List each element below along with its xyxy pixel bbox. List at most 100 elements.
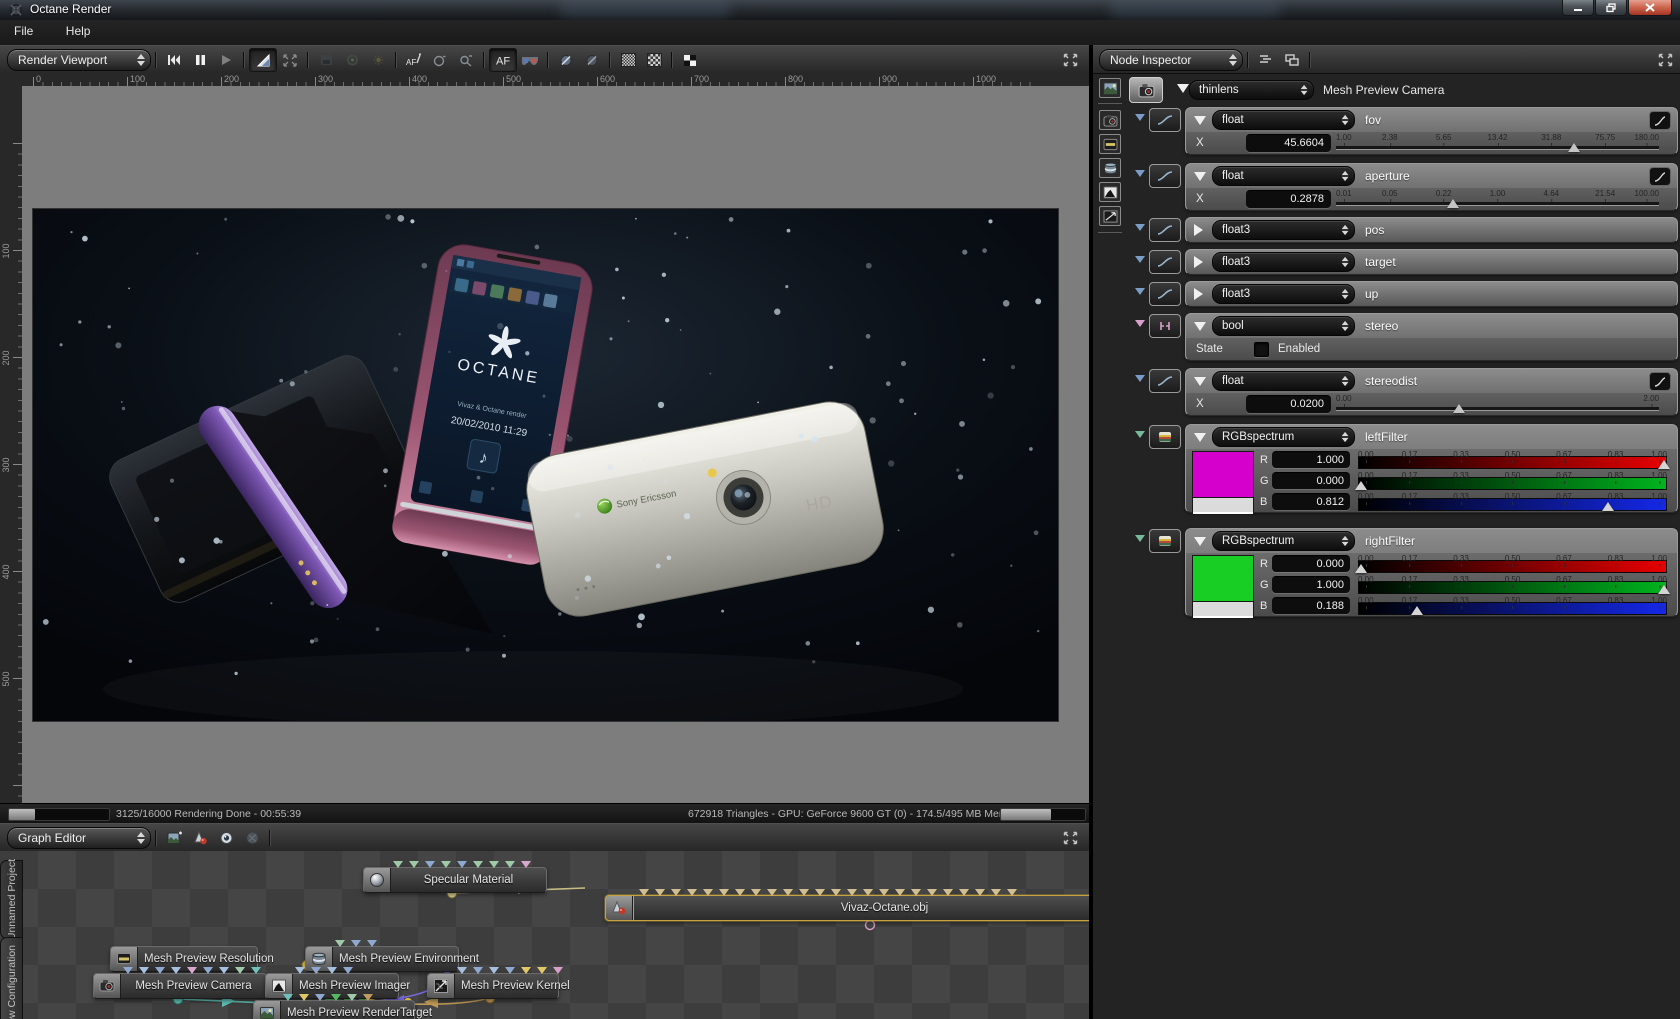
root-type-dropdown[interactable]: thinlens [1189,80,1314,100]
node-input-pin[interactable] [351,940,361,947]
node-input-pin[interactable] [505,967,515,974]
zoom-pick-button[interactable] [453,49,479,71]
menu-help[interactable]: Help [52,20,105,42]
expand-hierarchy-button[interactable] [1279,49,1305,71]
node-input-pin[interactable] [783,889,793,896]
af-toggle-button[interactable]: AF [489,48,517,72]
node-input-pin[interactable] [457,861,467,868]
node-input-pin[interactable] [393,861,403,868]
node-input-pin[interactable] [315,994,325,1001]
node-input-pin[interactable] [505,861,515,868]
slider-handle[interactable] [1657,585,1670,594]
collapsed-triangle[interactable] [1194,288,1203,300]
node-input-pin[interactable] [879,889,889,896]
expand-triangle[interactable] [1194,376,1206,386]
aperture-slider[interactable]: 0.01 0.05 0.22 1.00 4.64 21.54 100.00 [1336,188,1659,210]
collapse-hierarchy-button[interactable] [1253,49,1279,71]
node-input-pin[interactable] [187,967,197,974]
sun-position-button[interactable] [365,49,391,71]
node-input-pin[interactable] [767,889,777,896]
root-expand-triangle[interactable] [1177,84,1189,93]
node-input-pin[interactable] [927,889,937,896]
slider-handle[interactable] [1567,143,1580,152]
thinlens-node-chip[interactable] [1129,77,1163,103]
param-type-dropdown[interactable]: float3 [1212,284,1355,304]
stereo-enabled-checkbox[interactable] [1254,341,1269,357]
leftfilter-g-field[interactable]: 0.000 [1272,472,1350,489]
slider-handle[interactable] [1657,460,1670,469]
refresh-materials-button[interactable] [339,49,365,71]
anaglyph-stereo-button[interactable] [517,49,543,71]
float3-node-chip[interactable] [1149,250,1181,274]
material-db-button[interactable] [239,827,265,849]
rightfilter-b-field[interactable]: 0.188 [1272,597,1350,614]
graph-expand-button[interactable] [1057,827,1083,849]
expand-triangle[interactable] [1194,115,1206,125]
white-balance-pick-button[interactable] [427,49,453,71]
node-input-pin[interactable] [751,889,761,896]
lens-distortion-button[interactable] [579,49,605,71]
slider-handle[interactable] [1355,481,1368,490]
rightfilter-r-field[interactable]: 0.000 [1272,555,1350,572]
node-input-pin[interactable] [1007,889,1017,896]
node-input-pin[interactable] [343,967,353,974]
node-specular-material[interactable]: Specular Material [363,861,547,893]
rgbspectrum-node-chip[interactable] [1149,425,1181,449]
float3-node-chip[interactable] [1149,282,1181,306]
film-grain-fine-button[interactable] [615,49,641,71]
collapsed-triangle[interactable] [1194,224,1203,236]
graph-editor-selector-dropdown[interactable]: Graph Editor [7,827,151,849]
expand-triangle[interactable] [1194,536,1206,546]
node-input-pin[interactable] [295,967,305,974]
node-input-pin[interactable] [815,889,825,896]
node-mesh-preview-kernel[interactable]: Mesh Preview Kernel [427,967,570,999]
title-bar[interactable]: Octane Render [0,0,1680,20]
minimize-button[interactable] [1562,0,1594,16]
node-input-pin[interactable] [943,889,953,896]
sidebar-environment-icon[interactable] [1099,158,1121,178]
fit-viewport-button[interactable] [277,49,303,71]
node-input-pin[interactable] [327,967,337,974]
rightfilter-g-slider[interactable]: 0.00 0.17 0.33 0.50 0.67 0.83 1.00 [1358,574,1670,595]
node-input-pin[interactable] [441,861,451,868]
bool-node-chip[interactable] [1149,314,1181,338]
node-input-pin[interactable] [975,889,985,896]
float-node-chip[interactable] [1149,164,1181,188]
node-input-pin[interactable] [831,889,841,896]
inspector-expand-button[interactable] [1652,49,1678,71]
restart-render-button[interactable] [161,49,187,71]
param-type-dropdown[interactable]: RGBspectrum [1212,427,1355,447]
param-type-dropdown[interactable]: float [1212,110,1355,130]
node-input-pin[interactable] [425,861,435,868]
param-type-dropdown[interactable]: RGBspectrum [1212,531,1355,551]
expand-triangle[interactable] [1194,171,1206,181]
node-input-pin[interactable] [655,889,665,896]
expand-triangle[interactable] [1194,321,1206,331]
node-input-pin[interactable] [219,967,229,974]
leftfilter-r-field[interactable]: 1.000 [1272,451,1350,468]
node-inspector-selector-dropdown[interactable]: Node Inspector [1099,48,1243,71]
resume-render-button[interactable] [213,49,239,71]
slider-handle[interactable] [1447,199,1460,208]
node-input-pin[interactable] [911,889,921,896]
node-input-pin[interactable] [123,967,133,974]
node-input-pin[interactable] [489,861,499,868]
rightfilter-r-slider[interactable]: 0.00 0.17 0.33 0.50 0.67 0.83 1.00 [1355,553,1667,574]
node-vivaz-octane-obj[interactable]: Vivaz-Octane.obj [605,889,1089,921]
graph-canvas[interactable]: Unnamed Project Preview Configuration Sp… [0,851,1089,1019]
node-input-pin[interactable] [959,889,969,896]
float-node-chip[interactable] [1149,369,1181,393]
menu-file[interactable]: File [0,20,47,42]
node-input-pin[interactable] [687,889,697,896]
param-type-dropdown[interactable]: float [1212,371,1355,391]
leftfilter-b-slider[interactable]: 0.00 0.17 0.33 0.50 0.67 0.83 1.00 [1358,491,1667,512]
sidebar-imager-icon[interactable] [1099,182,1121,202]
node-input-pin[interactable] [521,861,531,868]
node-input-pin[interactable] [489,967,499,974]
response-curve-button[interactable] [1649,167,1671,186]
leftfilter-r-slider[interactable]: 0.00 0.17 0.33 0.50 0.67 0.83 1.00 [1358,449,1670,470]
node-input-pin[interactable] [235,967,245,974]
node-input-pin[interactable] [363,994,373,1001]
node-input-pin[interactable] [409,861,419,868]
node-input-pin[interactable] [171,967,181,974]
